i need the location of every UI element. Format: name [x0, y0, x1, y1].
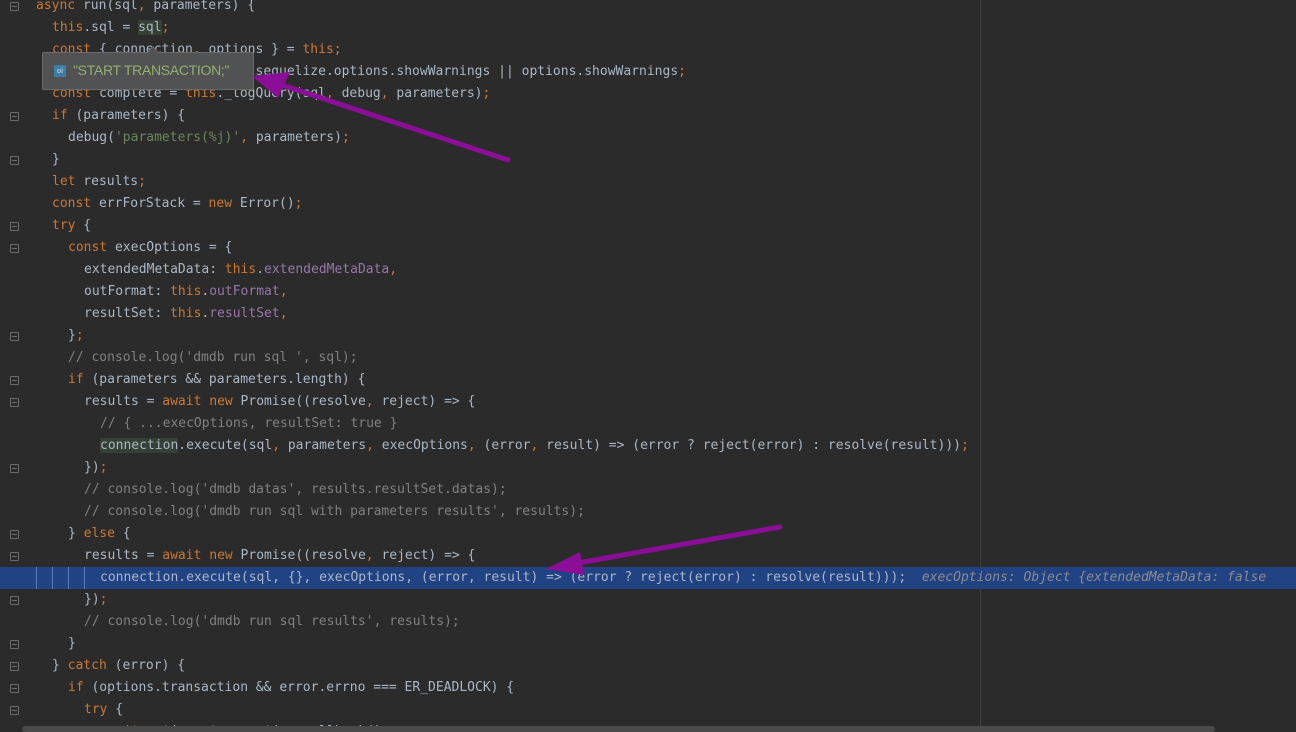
code-line[interactable]: try { [84, 699, 123, 721]
fold-marker-icon[interactable] [10, 112, 19, 121]
code-line[interactable]: this.sql = sql; [52, 17, 169, 39]
tooltip-value: "START TRANSACTION;" [73, 62, 230, 78]
fold-marker-icon[interactable] [10, 662, 19, 671]
debug-value-tooltip[interactable]: oi "START TRANSACTION;" [42, 46, 254, 90]
right-margin-guide [980, 0, 981, 732]
fold-marker-icon[interactable] [10, 244, 19, 253]
code-line[interactable]: if (parameters && parameters.length) { [68, 369, 365, 391]
code-line[interactable]: } [68, 633, 76, 655]
code-line[interactable]: // console.log('dmdb run sql results', r… [84, 611, 460, 633]
code-line[interactable]: } else { [68, 523, 131, 545]
code-line[interactable]: }); [84, 589, 107, 611]
fold-marker-icon[interactable] [10, 2, 19, 11]
fold-marker-icon[interactable] [10, 376, 19, 385]
code-line[interactable]: if (parameters) { [52, 105, 185, 127]
fold-marker-icon[interactable] [10, 552, 19, 561]
code-line[interactable]: // { ...execOptions, resultSet: true } [100, 413, 397, 435]
tooltip-pointer [148, 47, 158, 53]
inline-debug-hint: execOptions: Object {extendedMetaData: f… [921, 570, 1267, 585]
fold-marker-icon[interactable] [10, 332, 19, 341]
fold-marker-icon[interactable] [10, 640, 19, 649]
code-line[interactable]: let results; [52, 171, 146, 193]
editor-gutter [0, 0, 22, 732]
code-line[interactable]: // console.log('dmdb run sql with parame… [84, 501, 585, 523]
fold-marker-icon[interactable] [10, 530, 19, 539]
fold-marker-icon[interactable] [10, 156, 19, 165]
code-line[interactable]: debug('parameters(%j)', parameters); [68, 127, 350, 149]
horizontal-scrollbar[interactable] [22, 726, 1215, 732]
indent-guide [52, 567, 53, 589]
code-line[interactable]: const errForStack = new Error(); [52, 193, 302, 215]
code-line[interactable]: connection.execute(sql, parameters, exec… [100, 435, 969, 457]
code-line[interactable]: results = await new Promise((resolve, re… [84, 391, 475, 413]
code-line[interactable]: } catch (error) { [52, 655, 185, 677]
code-line[interactable]: outFormat: this.outFormat, [84, 281, 288, 303]
code-line[interactable]: try { [52, 215, 91, 237]
fold-marker-icon[interactable] [10, 464, 19, 473]
code-line[interactable]: // console.log('dmdb datas', results.res… [84, 479, 507, 501]
variable-o-icon: oi [54, 65, 66, 77]
code-line[interactable]: extendedMetaData: this.extendedMetaData, [84, 259, 397, 281]
code-line[interactable]: const execOptions = { [68, 237, 232, 259]
fold-marker-icon[interactable] [10, 398, 19, 407]
indent-guide [84, 567, 85, 589]
fold-marker-icon[interactable] [10, 222, 19, 231]
code-line[interactable]: if (options.transaction && error.errno =… [68, 677, 514, 699]
code-line[interactable]: } [52, 149, 60, 171]
fold-marker-icon[interactable] [10, 596, 19, 605]
code-line[interactable]: results = await new Promise((resolve, re… [84, 545, 475, 567]
fold-marker-icon[interactable] [10, 684, 19, 693]
code-line-current[interactable]: connection.execute(sql, {}, execOptions,… [100, 567, 1266, 589]
code-line[interactable]: }; [68, 325, 84, 347]
indent-guide [68, 567, 69, 589]
indent-guide [36, 567, 37, 589]
fold-marker-icon[interactable] [10, 706, 19, 715]
code-line[interactable]: resultSet: this.resultSet, [84, 303, 288, 325]
code-line[interactable]: }); [84, 457, 107, 479]
code-line[interactable]: // console.log('dmdb run sql ', sql); [68, 347, 358, 369]
code-editor[interactable]: async run(sql, parameters) {this.sql = s… [0, 0, 1296, 732]
code-line[interactable]: async run(sql, parameters) { [36, 0, 255, 17]
